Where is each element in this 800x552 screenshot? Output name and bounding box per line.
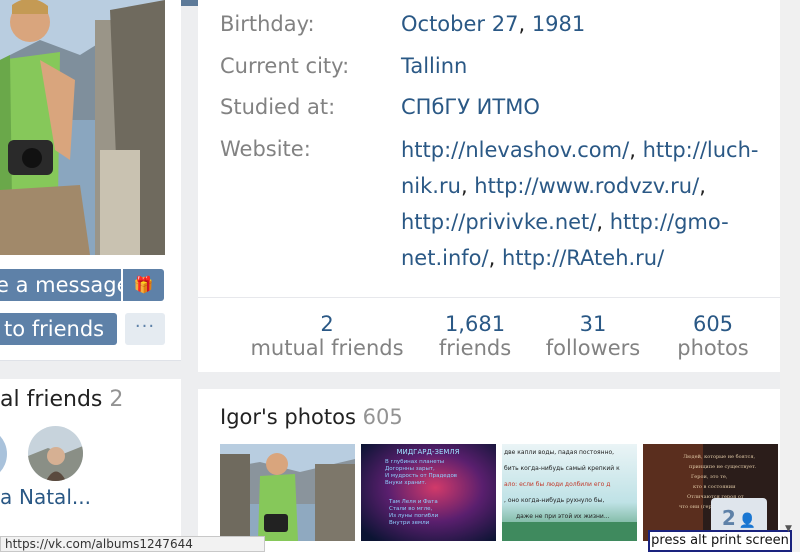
mutual-friends-title[interactable]: al friends 2 [0,387,123,412]
photos-title[interactable]: Igor's photos 605 [220,405,403,429]
friend-avatar[interactable] [28,426,83,481]
website-link[interactable]: http://nlevashov.com/ [401,138,629,162]
friend-name[interactable]: Natal... [19,485,91,509]
birthday-label: Birthday: [220,12,315,36]
send-message-button[interactable]: e a message [0,269,121,301]
stat-mutual-friends[interactable]: 2 mutual friends [250,312,404,360]
gift-icon: 🎁 [133,275,154,294]
quote-line: ало: если бы люди долбили его д [504,481,610,488]
poster-line: Там Леля и Фата [388,499,438,505]
print-screen-hint: press alt print screen [648,530,792,552]
scrollbar[interactable] [780,0,800,552]
friend-name[interactable]: a [0,485,12,509]
poster-line: Внутри земли [389,520,430,526]
photos-card: Igor's photos 605 МИДГАРД-ЗЕМЛЯ В глубин… [198,389,780,552]
dark-line: кто в состоянии [693,484,736,490]
dark-line: Людей, которые не боятся, [683,453,755,460]
quote-line: даже не при этой их жизни... [516,513,610,520]
poster-line: Догорнны зарыт, [385,466,435,472]
birthday-year-link[interactable]: 1981 [532,12,585,36]
city-label: Current city: [220,54,350,78]
more-actions-button[interactable]: ··· [125,313,165,345]
quote-line: бить когда-нибудь самый крепкий к [504,465,620,472]
scroll-down-icon[interactable]: ▼ [785,524,792,534]
website-link[interactable]: http://RAteh.ru/ [502,246,664,270]
dark-line: принципе не существует. [689,464,757,470]
divider [198,297,780,298]
city-link[interactable]: Tallinn [401,54,467,78]
status-bar-url: https://vk.com/albums1247644 [0,536,265,552]
university-link[interactable]: СПбГУ ИТМО [401,95,540,119]
profile-info-card: Birthday: October 27, 1981 Current city:… [198,0,780,372]
add-friend-button[interactable]: to friends [0,313,117,345]
poster-line: Стали во мгле, [389,506,433,512]
stat-followers[interactable]: 31 followers [543,312,643,360]
profile-avatar[interactable] [0,0,165,255]
quote-line: , оно когда-нибудь рухнуло бы, [504,497,604,504]
user-icon: 👤 [738,513,757,529]
poster-title: МИДГАРД-ЗЕМЛЯ [396,448,459,456]
photo-thumbnail[interactable] [220,444,355,541]
website-links: http://nlevashov.com/, http://luch-nik.r… [401,138,759,270]
poster-line: И мудрость от Прадедов [385,473,457,479]
photo-thumbnail[interactable]: МИДГАРД-ЗЕМЛЯ В глубинах планеты Догорнн… [361,444,496,541]
friend-avatar[interactable] [0,426,8,482]
stat-friends[interactable]: 1,681 friends [430,312,520,360]
website-label: Website: [220,137,311,161]
avatar-card: e a message 🎁 to friends ··· [0,0,181,361]
website-link[interactable]: http://privivke.net/ [401,210,596,234]
gift-button[interactable]: 🎁 [123,269,164,301]
stat-photos[interactable]: 605 photos [668,312,758,360]
dark-line: Герои, это те, [691,474,728,480]
photo-thumbnail[interactable]: две капли воды, падая постоянно, бить ко… [502,444,637,541]
poster-line: Из луны погибли [389,513,439,519]
birthday-day-link[interactable]: October 27 [401,12,518,36]
poster-line: В глубинах планеты [385,459,444,465]
website-link[interactable]: http://www.rodvzv.ru/ [474,174,699,198]
birthday-value: October 27, 1981 [401,12,586,36]
studied-label: Studied at: [220,95,336,119]
poster-line: Внуки хранит. [385,480,427,486]
quote-line: две капли воды, падая постоянно, [504,449,614,456]
mutual-friends-card: al friends 2 [0,379,181,552]
